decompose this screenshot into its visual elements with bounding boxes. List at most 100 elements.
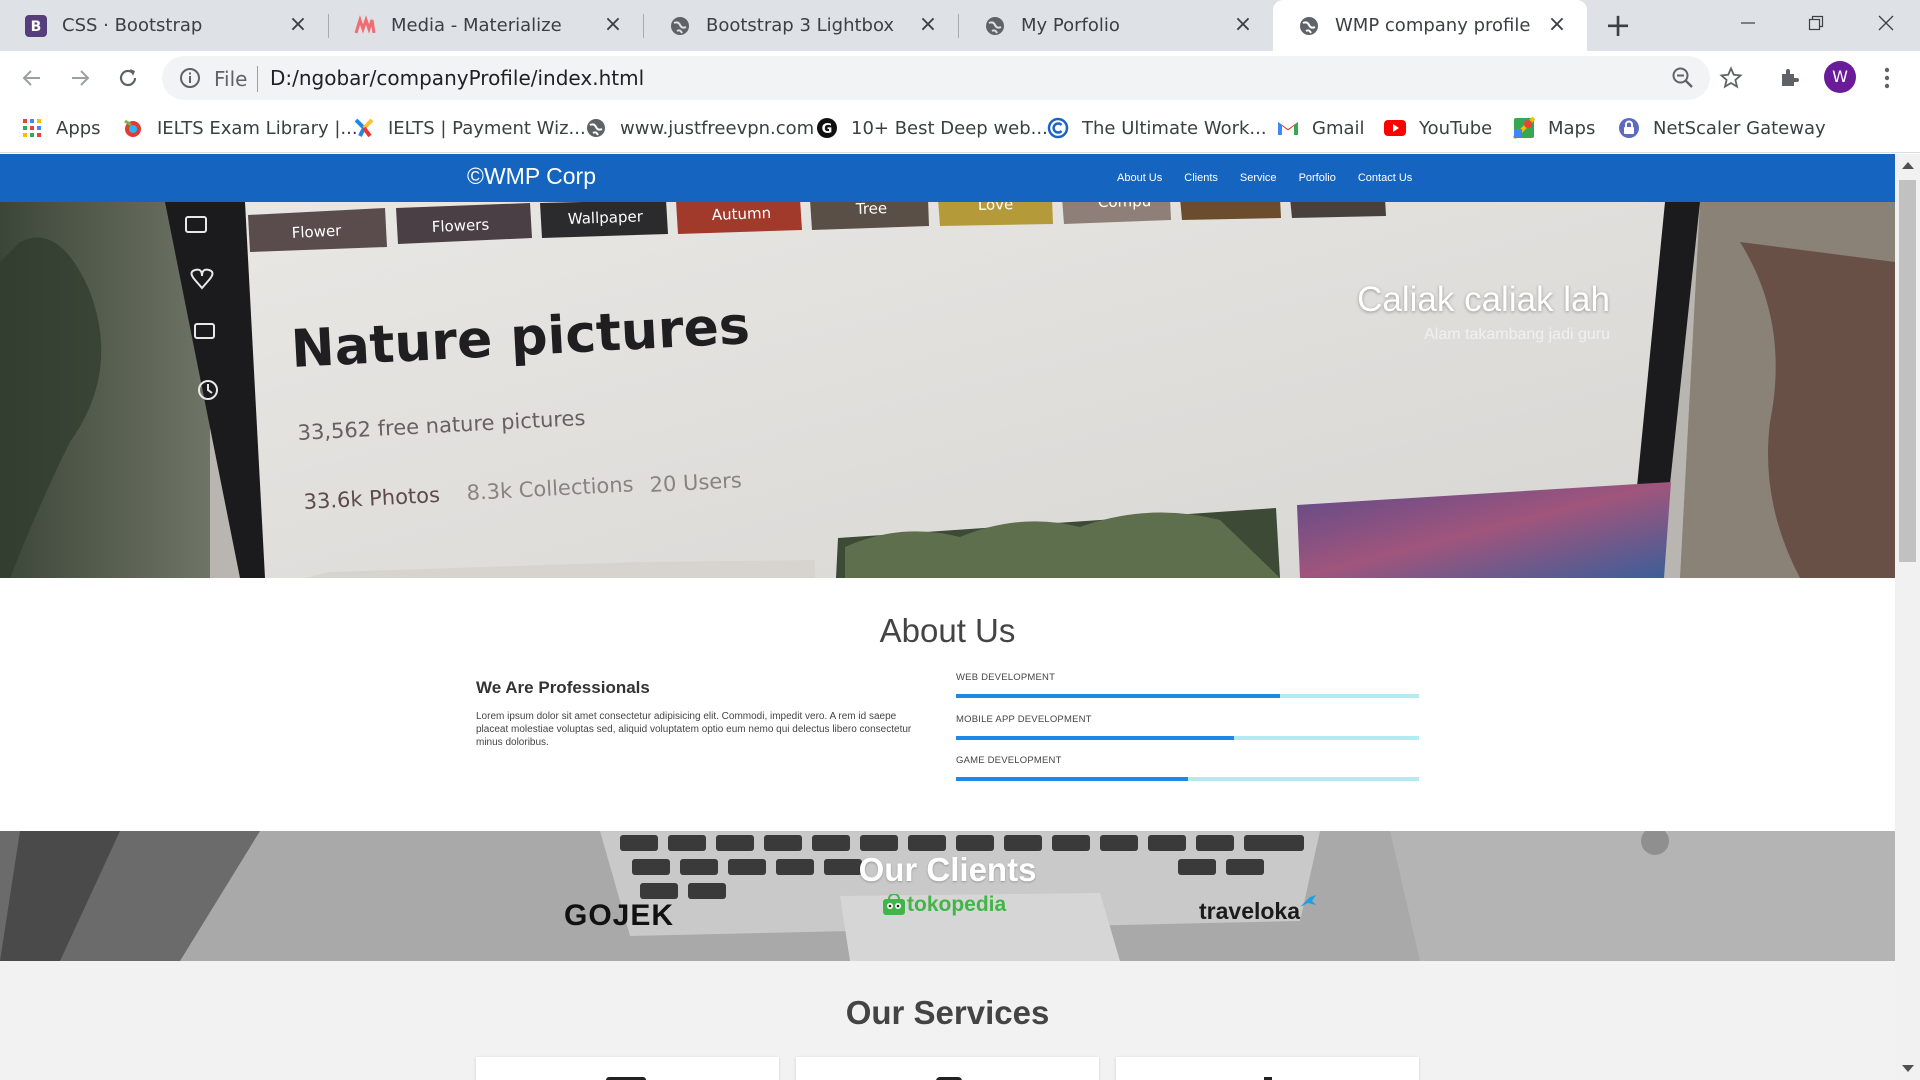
bookmark-youtube[interactable]: YouTube bbox=[1383, 115, 1492, 141]
chip-label: Autumn bbox=[712, 204, 772, 224]
scheme-label: File bbox=[214, 67, 248, 91]
bookmark-label: Maps bbox=[1548, 117, 1596, 139]
tab-title: WMP company profile bbox=[1335, 15, 1531, 36]
bookmark-label: Apps bbox=[56, 117, 101, 139]
minimize-button[interactable] bbox=[1728, 8, 1768, 38]
restore-button[interactable] bbox=[1796, 8, 1836, 38]
hero-caption-subtitle: Alam takambang jadi guru bbox=[1424, 326, 1610, 343]
bookmark-label: IELTS | Payment Wiz... bbox=[388, 117, 586, 139]
skill-game-development: GAME DEVELOPMENT bbox=[956, 755, 1419, 781]
chip-label: Flowers bbox=[431, 215, 489, 235]
close-tab-icon[interactable]: × bbox=[601, 13, 625, 37]
zoom-icon[interactable] bbox=[1670, 65, 1696, 91]
globe-icon bbox=[983, 14, 1007, 38]
tab-strip: B CSS · Bootstrap × Media - Materialize … bbox=[0, 0, 1920, 51]
scroll-down-arrow-icon[interactable] bbox=[1902, 1065, 1914, 1072]
address-bar[interactable]: File D:/ngobar/companyProfile/index.html bbox=[162, 56, 1710, 100]
nav-contact-us[interactable]: Contact Us bbox=[1358, 172, 1412, 184]
divider bbox=[257, 66, 258, 92]
bookmark-netscaler[interactable]: NetScaler Gateway bbox=[1617, 115, 1826, 141]
close-tab-icon[interactable]: × bbox=[1545, 13, 1569, 37]
info-icon[interactable] bbox=[178, 66, 202, 90]
bookmark-maps[interactable]: Maps bbox=[1512, 115, 1595, 141]
bookmark-ielts-payment[interactable]: IELTS | Payment Wiz... bbox=[352, 115, 586, 141]
gmail-icon bbox=[1276, 116, 1300, 140]
forward-button[interactable] bbox=[65, 63, 95, 93]
scroll-up-arrow-icon[interactable] bbox=[1902, 162, 1914, 169]
nav-about-us[interactable]: About Us bbox=[1117, 172, 1162, 184]
nav-porfolio[interactable]: Porfolio bbox=[1299, 172, 1336, 184]
page-scrollbar[interactable] bbox=[1895, 154, 1920, 1080]
site-brand[interactable]: ©WMP Corp bbox=[467, 163, 596, 190]
bookmark-star-icon[interactable] bbox=[1716, 63, 1746, 93]
reload-button[interactable] bbox=[113, 63, 143, 93]
tab-wmp-company-profile[interactable]: WMP company profile × bbox=[1273, 0, 1587, 51]
bootstrap-icon: B bbox=[24, 14, 48, 38]
progress-track bbox=[956, 736, 1419, 740]
nav-clients[interactable]: Clients bbox=[1184, 172, 1218, 184]
client-logo-text: GOJEK bbox=[564, 899, 675, 932]
chip-label: Wallpaper bbox=[568, 207, 644, 228]
client-logo-text: traveloka bbox=[1199, 898, 1301, 924]
hero-image: Flower Flowers Wallpaper Autumn Tree Lov… bbox=[0, 202, 1895, 578]
scrollbar-thumb[interactable] bbox=[1899, 180, 1916, 562]
progress-fill bbox=[956, 736, 1234, 740]
tab-portfolio[interactable]: My Porfolio × bbox=[959, 0, 1273, 51]
new-tab-button[interactable]: + bbox=[1603, 9, 1633, 41]
site-navbar: ©WMP Corp About Us Clients Service Porfo… bbox=[0, 154, 1895, 202]
client-logo-gojek: GOJEK bbox=[564, 899, 674, 933]
skill-mobile-app-development: MOBILE APP DEVELOPMENT bbox=[956, 714, 1419, 740]
bookmark-gmail[interactable]: Gmail bbox=[1276, 115, 1365, 141]
client-logo-traveloka: traveloka bbox=[1199, 893, 1318, 925]
copyright-icon bbox=[1046, 116, 1070, 140]
bookmark-ielts-library[interactable]: IELTS Exam Library |... bbox=[121, 115, 358, 141]
tab-lightbox[interactable]: Bootstrap 3 Lightbox × bbox=[644, 0, 958, 51]
menu-kebab-icon[interactable] bbox=[1872, 63, 1902, 93]
tab-title: My Porfolio bbox=[1021, 15, 1120, 36]
bookmark-deep-web[interactable]: G 10+ Best Deep web... bbox=[815, 115, 1048, 141]
chip-label: Flower bbox=[291, 221, 342, 242]
maps-icon bbox=[1512, 116, 1536, 140]
bookmarks-bar: Apps IELTS Exam Library |... IELTS | Pay… bbox=[0, 105, 1920, 153]
clients-title: Our Clients bbox=[858, 851, 1037, 888]
screen-stat: 20 Users bbox=[649, 468, 742, 497]
progress-track bbox=[956, 777, 1419, 781]
extensions-icon[interactable] bbox=[1775, 63, 1805, 93]
chip-label: Compu bbox=[1098, 202, 1152, 211]
tab-title: Bootstrap 3 Lightbox bbox=[706, 15, 895, 36]
back-button[interactable] bbox=[17, 63, 47, 93]
close-window-button[interactable] bbox=[1866, 8, 1906, 38]
bookmark-justfreevpn[interactable]: www.justfreevpn.com bbox=[584, 115, 814, 141]
bookmark-label: NetScaler Gateway bbox=[1653, 117, 1826, 139]
about-title: About Us bbox=[879, 612, 1016, 649]
bookmark-label: www.justfreevpn.com bbox=[620, 117, 815, 139]
nav-service[interactable]: Service bbox=[1240, 172, 1277, 184]
page-viewport: ©WMP Corp About Us Clients Service Porfo… bbox=[0, 154, 1895, 1080]
about-text: Lorem ipsum dolor sit amet consectetur a… bbox=[476, 711, 912, 748]
tokopedia-bag-icon bbox=[883, 894, 905, 915]
close-tab-icon[interactable]: × bbox=[916, 13, 940, 37]
ielts-icon bbox=[121, 116, 145, 140]
tab-title: Media - Materialize bbox=[391, 15, 562, 36]
globe-icon bbox=[1297, 14, 1321, 38]
url-text[interactable]: D:/ngobar/companyProfile/index.html bbox=[270, 66, 644, 90]
close-tab-icon[interactable]: × bbox=[1231, 13, 1255, 37]
bookmark-label: YouTube bbox=[1419, 117, 1493, 139]
about-section: About Us We Are Professionals Lorem ipsu… bbox=[0, 578, 1895, 831]
bookmark-label: The Ultimate Work... bbox=[1082, 117, 1267, 139]
profile-avatar[interactable]: W bbox=[1824, 61, 1856, 93]
skill-label: WEB DEVELOPMENT bbox=[956, 672, 1056, 683]
g-icon: G bbox=[815, 116, 839, 140]
payment-icon bbox=[352, 116, 376, 140]
svg-text:B: B bbox=[31, 19, 42, 35]
progress-fill bbox=[956, 777, 1188, 781]
bookmark-apps[interactable]: Apps bbox=[20, 115, 101, 141]
svg-text:G: G bbox=[822, 122, 833, 137]
bookmark-ultimate-work[interactable]: The Ultimate Work... bbox=[1046, 115, 1267, 141]
tab-title: CSS · Bootstrap bbox=[62, 15, 203, 36]
chip-label: Tree bbox=[855, 202, 888, 218]
close-tab-icon[interactable]: × bbox=[286, 13, 310, 37]
tab-materialize[interactable]: Media - Materialize × bbox=[329, 0, 643, 51]
tab-bootstrap[interactable]: B CSS · Bootstrap × bbox=[0, 0, 328, 51]
bookmark-label: IELTS Exam Library |... bbox=[157, 117, 358, 139]
